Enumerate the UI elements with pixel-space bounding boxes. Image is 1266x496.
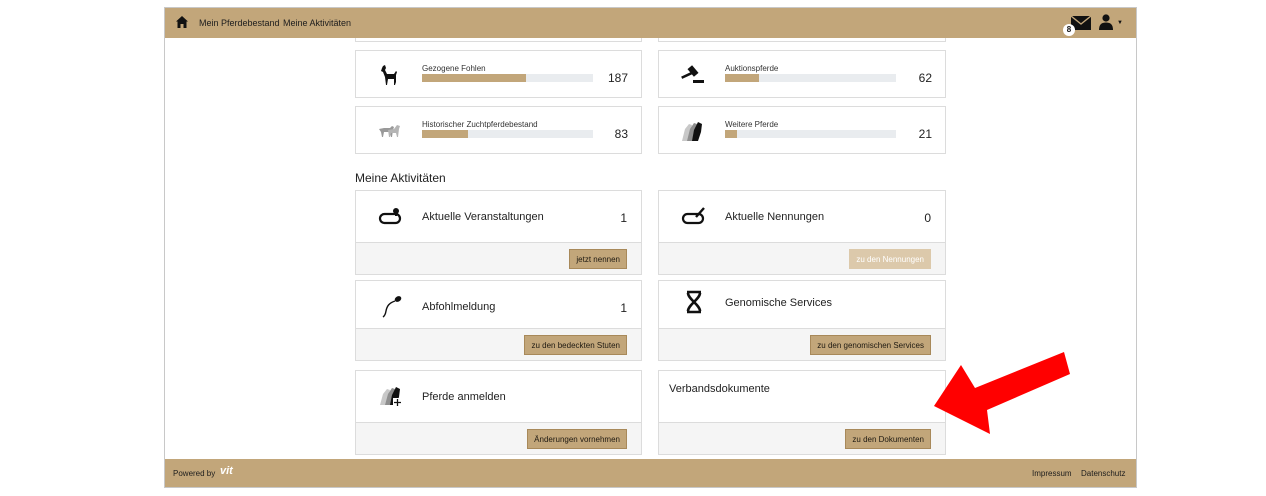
historic-horses-icon bbox=[379, 125, 400, 137]
stat-card-gezogene-fohlen[interactable]: Gezogene Fohlen 187 bbox=[355, 50, 642, 98]
activity-card-nennungen: Aktuelle Nennungen 0 zu den Nennungen bbox=[658, 190, 946, 275]
event-track-icon bbox=[378, 208, 402, 225]
impressum-link[interactable]: Impressum bbox=[1032, 469, 1072, 478]
stat-card-auktionspferde[interactable]: Auktionspferde 62 bbox=[658, 50, 946, 98]
activity-label: Aktuelle Nennungen bbox=[725, 211, 825, 223]
activity-label: Pferde anmelden bbox=[422, 391, 506, 403]
card-edge bbox=[658, 38, 946, 42]
activity-card-footer: zu den genomischen Services bbox=[659, 328, 945, 360]
zu-den-dokumenten-button[interactable]: zu den Dokumenten bbox=[845, 429, 931, 449]
foal-icon bbox=[381, 65, 397, 85]
nav-mein-pferdebestand[interactable]: Mein Pferdebestand bbox=[199, 18, 280, 28]
auction-gavel-icon bbox=[681, 65, 704, 83]
stat-label: Gezogene Fohlen bbox=[422, 64, 486, 73]
activity-value: 0 bbox=[924, 211, 931, 225]
home-icon[interactable] bbox=[175, 15, 189, 29]
chevron-down-icon[interactable]: ▼ bbox=[1117, 20, 1123, 26]
activity-label: Verbandsdokumente bbox=[669, 383, 770, 395]
sperm-icon bbox=[382, 296, 402, 318]
activity-card-body: Aktuelle Veranstaltungen 1 bbox=[356, 191, 641, 243]
top-navbar: Mein Pferdebestand Meine Aktivitäten 8 ▼ bbox=[165, 8, 1136, 38]
stat-card-weitere-pferde[interactable]: Weitere Pferde 21 bbox=[658, 106, 946, 154]
nomination-track-icon bbox=[681, 207, 705, 225]
stat-label: Weitere Pferde bbox=[725, 120, 779, 129]
activity-card-footer: zu den bedeckten Stuten bbox=[356, 328, 641, 360]
activity-card-verbandsdokumente: Verbandsdokumente zu den Dokumenten bbox=[658, 370, 946, 455]
jetzt-nennen-button[interactable]: jetzt nennen bbox=[569, 249, 627, 269]
activity-card-genomische-services: Genomische Services zu den genomischen S… bbox=[658, 280, 946, 361]
stat-progress-fill bbox=[725, 130, 737, 138]
activity-card-body: Abfohlmeldung 1 bbox=[356, 281, 641, 333]
activity-card-footer: Änderungen vornehmen bbox=[356, 422, 641, 454]
page-footer: Powered by vit Impressum Datenschutz bbox=[165, 459, 1136, 487]
activity-label: Genomische Services bbox=[725, 297, 832, 309]
activity-card-pferde-anmelden: Pferde anmelden Änderungen vornehmen bbox=[355, 370, 642, 455]
activity-card-body: Pferde anmelden bbox=[356, 371, 641, 423]
activity-card-footer: jetzt nennen bbox=[356, 242, 641, 274]
stat-value: 83 bbox=[614, 127, 628, 141]
red-arrow-icon bbox=[934, 352, 1070, 434]
activity-card-body: Genomische Services bbox=[659, 281, 945, 333]
user-icon[interactable] bbox=[1099, 14, 1113, 30]
activity-card-body: Verbandsdokumente bbox=[659, 371, 945, 423]
card-edge bbox=[355, 38, 642, 42]
stat-progress-bar bbox=[422, 130, 593, 138]
activity-card-veranstaltungen: Aktuelle Veranstaltungen 1 jetzt nennen bbox=[355, 190, 642, 275]
stat-value: 187 bbox=[607, 71, 628, 85]
powered-by-label: Powered by bbox=[173, 469, 216, 478]
stat-progress-bar bbox=[422, 74, 593, 82]
stat-progress-fill bbox=[725, 74, 760, 82]
stat-progress-fill bbox=[422, 130, 469, 138]
activity-card-footer: zu den Dokumenten bbox=[659, 422, 945, 454]
zu-den-genomischen-services-button[interactable]: zu den genomischen Services bbox=[810, 335, 931, 355]
stat-label: Historischer Zuchtpferdebestand bbox=[422, 120, 538, 129]
stat-progress-bar bbox=[725, 74, 896, 82]
aenderungen-vornehmen-button[interactable]: Änderungen vornehmen bbox=[527, 429, 627, 449]
zu-den-bedeckten-stuten-button[interactable]: zu den bedeckten Stuten bbox=[524, 335, 627, 355]
section-title-meine-aktivitaeten: Meine Aktivitäten bbox=[355, 171, 446, 185]
activity-value: 1 bbox=[620, 301, 627, 315]
stat-card-historischer-zuchtpferdebestand[interactable]: Historischer Zuchtpferdebestand 83 bbox=[355, 106, 642, 154]
stat-progress-bar bbox=[725, 130, 896, 138]
horse-heads-icon bbox=[682, 122, 702, 141]
nav-meine-aktivitaeten[interactable]: Meine Aktivitäten bbox=[283, 18, 351, 28]
stat-label: Auktionspferde bbox=[725, 64, 779, 73]
datenschutz-link[interactable]: Datenschutz bbox=[1081, 469, 1125, 478]
activity-card-abfohlmeldung: Abfohlmeldung 1 zu den bedeckten Stuten bbox=[355, 280, 642, 361]
stat-progress-fill bbox=[422, 74, 527, 82]
activity-label: Abfohlmeldung bbox=[422, 301, 496, 313]
dna-icon bbox=[686, 290, 702, 314]
activity-label: Aktuelle Veranstaltungen bbox=[422, 211, 544, 223]
activity-card-footer: zu den Nennungen bbox=[659, 242, 945, 274]
stat-value: 21 bbox=[918, 127, 932, 141]
zu-den-nennungen-button[interactable]: zu den Nennungen bbox=[849, 249, 931, 269]
stat-value: 62 bbox=[918, 71, 932, 85]
add-horse-icon bbox=[380, 387, 402, 407]
activity-value: 1 bbox=[620, 211, 627, 225]
vit-logo: vit bbox=[220, 465, 233, 477]
activity-card-body: Aktuelle Nennungen 0 bbox=[659, 191, 945, 243]
mail-count-badge: 8 bbox=[1063, 24, 1075, 36]
